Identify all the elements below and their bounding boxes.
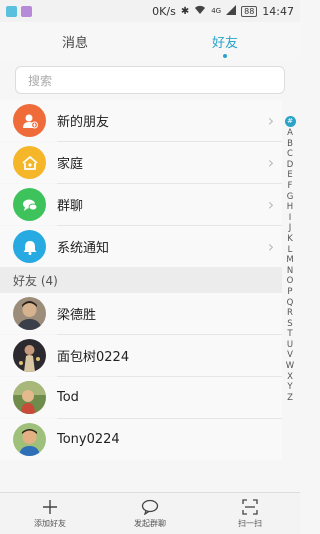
friend-row[interactable]: 面包树0224 [0, 335, 282, 376]
menu-item-group-chat[interactable]: 群聊 › [0, 184, 282, 225]
index-letter-n[interactable]: N [282, 266, 298, 277]
index-letter-a[interactable]: A [282, 128, 298, 139]
add-user-icon [13, 104, 46, 137]
alphabet-index[interactable]: # A B C D E F G H I J K L M N O P Q R S T U V W X Y Z [282, 116, 298, 403]
app-notification-icon [21, 5, 32, 17]
friend-name: 梁德胜 [57, 308, 97, 323]
tab-label: 消息 [61, 35, 88, 51]
chat-bubbles-icon [13, 188, 46, 221]
index-letter-u[interactable]: U [282, 340, 298, 351]
friend-row[interactable]: Tony0224 [0, 419, 282, 460]
index-letter-x[interactable]: X [282, 372, 298, 383]
tab-messages[interactable]: 消息 [0, 22, 150, 60]
menu-item-label: 系统通知 [57, 241, 110, 256]
tab-label: 好友 [211, 35, 238, 51]
chevron-right-icon: › [267, 153, 275, 172]
index-letter-f[interactable]: F [282, 181, 298, 192]
menu-item-label: 家庭 [57, 157, 84, 172]
index-letter-q[interactable]: Q [282, 298, 298, 309]
index-letter-d[interactable]: D [282, 160, 298, 171]
app-notification-icon [6, 5, 17, 17]
index-letter-k[interactable]: K [282, 234, 298, 245]
section-header-label: 好友 (4) [13, 273, 58, 288]
menu-item-system-notifications[interactable]: 系统通知 › [0, 226, 282, 267]
home-icon [13, 146, 46, 179]
index-letter-y[interactable]: Y [282, 382, 298, 393]
index-letter-hash[interactable]: # [284, 116, 296, 127]
bell-icon [13, 230, 46, 263]
add-friend-button[interactable]: 添加好友 [0, 493, 100, 534]
scan-button[interactable]: 扫一扫 [200, 493, 300, 534]
avatar [13, 381, 46, 414]
index-letter-w[interactable]: W [282, 361, 298, 372]
clock: 14:47 [262, 4, 294, 18]
scan-icon [242, 498, 258, 516]
index-letter-l[interactable]: L [282, 245, 298, 256]
index-letter-e[interactable]: E [282, 170, 298, 181]
index-letter-h[interactable]: H [282, 202, 298, 213]
active-tab-indicator [223, 53, 227, 58]
index-letter-o[interactable]: O [282, 276, 298, 287]
index-letter-g[interactable]: G [282, 192, 298, 203]
search-placeholder: 搜索 [28, 73, 53, 88]
friend-name: 面包树0224 [57, 350, 130, 365]
status-bar: 0K/s ✱ 4G 88 14:47 [0, 0, 300, 22]
bottom-toolbar: 添加好友 发起群聊 扫一扫 [0, 492, 300, 534]
start-group-chat-label: 发起群聊 [134, 519, 166, 528]
signal-icon [226, 4, 237, 18]
chat-bubble-icon [141, 498, 159, 516]
friend-name: Tony0224 [57, 432, 120, 447]
friend-row[interactable]: 梁德胜 [0, 293, 282, 334]
network-speed: 0K/s [152, 4, 176, 18]
friend-row[interactable]: Tod [0, 377, 282, 418]
index-letter-z[interactable]: Z [282, 393, 298, 404]
plus-icon [42, 498, 58, 516]
index-letter-i[interactable]: I [282, 213, 298, 224]
avatar [13, 297, 46, 330]
index-letter-t[interactable]: T [282, 329, 298, 340]
index-letter-c[interactable]: C [282, 149, 298, 160]
index-letter-v[interactable]: V [282, 350, 298, 361]
index-letter-s[interactable]: S [282, 319, 298, 330]
avatar [13, 339, 46, 372]
network-type: 4G [211, 7, 222, 15]
chevron-right-icon: › [267, 237, 275, 256]
wifi-icon [194, 5, 206, 18]
avatar [13, 423, 46, 456]
friends-section-header: 好友 (4) [0, 267, 282, 293]
menu-item-new-friends[interactable]: 新的朋友 › [0, 100, 282, 141]
tab-bar: 消息 好友 [0, 22, 300, 60]
chevron-right-icon: › [267, 111, 275, 130]
add-friend-label: 添加好友 [34, 519, 66, 528]
chevron-right-icon: › [267, 195, 275, 214]
index-letter-p[interactable]: P [282, 287, 298, 298]
menu-item-label: 新的朋友 [57, 115, 110, 130]
menu-item-label: 群聊 [57, 199, 84, 214]
index-letter-r[interactable]: R [282, 308, 298, 319]
bluetooth-icon: ✱ [180, 5, 190, 17]
scan-label: 扫一扫 [238, 519, 262, 528]
tab-friends[interactable]: 好友 [150, 22, 300, 60]
index-letter-b[interactable]: B [282, 139, 298, 150]
friend-name: Tod [57, 390, 79, 405]
search-input[interactable]: 搜索 [15, 66, 285, 94]
start-group-chat-button[interactable]: 发起群聊 [100, 493, 200, 534]
index-letter-j[interactable]: J [282, 223, 298, 234]
contacts-list: 新的朋友 › 家庭 › 群聊 › 系统通知 › 好友 (4) 梁德胜 面包树02… [0, 100, 282, 460]
battery-indicator: 88 [241, 5, 258, 17]
menu-item-family[interactable]: 家庭 › [0, 142, 282, 183]
index-letter-m[interactable]: M [282, 255, 298, 266]
